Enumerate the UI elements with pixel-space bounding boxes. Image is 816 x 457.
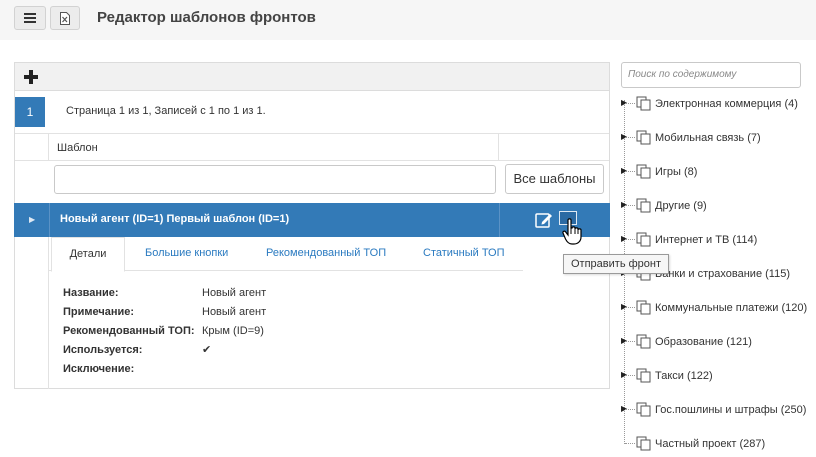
- row-details: Детали Большие кнопки Рекомендованный ТО…: [15, 237, 609, 389]
- table-row[interactable]: ▶ Новый агент (ID=1) Первый шаблон (ID=1…: [14, 203, 610, 245]
- tree-item-label: Гос.пошлины и штрафы (250): [655, 404, 807, 416]
- copy-documents-icon: [636, 198, 651, 213]
- collapse-arrow-icon[interactable]: ▶: [29, 215, 35, 224]
- checkmark-icon: ✔: [202, 344, 212, 356]
- copy-documents-icon: [636, 130, 651, 145]
- detail-label-name: Название:: [63, 287, 119, 299]
- pager-info: Страница 1 из 1, Записей с 1 по 1 из 1.: [66, 105, 266, 117]
- copy-documents-icon: [636, 96, 651, 111]
- content-search-input[interactable]: Поиск по содержимому: [621, 62, 801, 88]
- tree-item-label: Такси (122): [655, 370, 713, 382]
- column-header-template: Шаблон: [57, 142, 98, 154]
- copy-documents-icon: [636, 232, 651, 247]
- copy-documents-icon: [636, 300, 651, 315]
- template-row-title: Новый агент (ID=1) Первый шаблон (ID=1): [60, 213, 290, 225]
- row-divider: [499, 203, 500, 237]
- tab-static-top[interactable]: Статичный ТОП: [423, 247, 505, 259]
- top-bar: Редактор шаблонов фронтов: [0, 0, 816, 40]
- copy-documents-icon: [636, 368, 651, 383]
- hamburger-icon: [24, 13, 36, 23]
- excel-file-icon: [60, 11, 70, 25]
- detail-value-recommended-top: Крым (ID=9): [202, 325, 264, 337]
- tree-item-label: Частный проект (287): [655, 438, 766, 450]
- tree-item-label: Образование (121): [655, 336, 752, 348]
- send-front-tooltip: Отправить фронт: [563, 254, 669, 274]
- tab-recommended-top[interactable]: Рекомендованный ТОП: [266, 247, 386, 259]
- detail-label-exclusion: Исключение:: [63, 363, 135, 375]
- export-excel-button[interactable]: [50, 6, 80, 30]
- detail-value-name: Новый агент: [202, 287, 267, 299]
- copy-documents-icon: [636, 436, 651, 451]
- tree-item-label: Интернет и ТВ (114): [655, 234, 758, 246]
- add-template-button[interactable]: [24, 66, 38, 87]
- detail-value-note: Новый агент: [202, 306, 267, 318]
- template-filter-input[interactable]: [54, 165, 496, 194]
- details-left-column: [15, 237, 49, 389]
- menu-button[interactable]: [14, 6, 46, 30]
- tree-item-label: Банки и страхование (115): [655, 268, 790, 280]
- detail-label-used: Используется:: [63, 344, 143, 356]
- copy-documents-icon: [636, 402, 651, 417]
- copy-documents-icon: [636, 164, 651, 179]
- page-title: Редактор шаблонов фронтов: [97, 9, 316, 26]
- all-templates-button[interactable]: Все шаблоны: [505, 164, 604, 194]
- detail-label-recommended-top: Рекомендованный ТОП:: [63, 325, 195, 337]
- tree-item-label: Игры (8): [655, 166, 698, 178]
- tree-item-label: Коммунальные платежи (120): [655, 302, 808, 314]
- tree-item-label: Мобильная связь (7): [655, 132, 761, 144]
- edit-pencil-icon[interactable]: [535, 211, 553, 229]
- tab-details[interactable]: Детали: [51, 237, 125, 272]
- grid-header: Шаблон: [15, 133, 609, 161]
- filter-row: Все шаблоны: [15, 161, 609, 203]
- grid-header-expander-cell: [15, 134, 49, 160]
- copy-documents-icon: [636, 334, 651, 349]
- row-divider: [49, 203, 50, 237]
- grid-toolbar: [15, 63, 609, 91]
- details-tabs: Детали Большие кнопки Рекомендованный ТО…: [49, 237, 523, 272]
- tree-item-label: Электронная коммерция (4): [655, 98, 798, 110]
- plus-icon: [24, 70, 38, 84]
- grid-header-template-cell[interactable]: [49, 134, 499, 160]
- templates-panel: 1 Страница 1 из 1, Записей с 1 по 1 из 1…: [14, 62, 610, 389]
- pager-page-1[interactable]: 1: [15, 97, 45, 127]
- tree-item-label: Другие (9): [655, 200, 707, 212]
- tab-big-buttons[interactable]: Большие кнопки: [145, 247, 228, 259]
- detail-label-note: Примечание:: [63, 306, 135, 318]
